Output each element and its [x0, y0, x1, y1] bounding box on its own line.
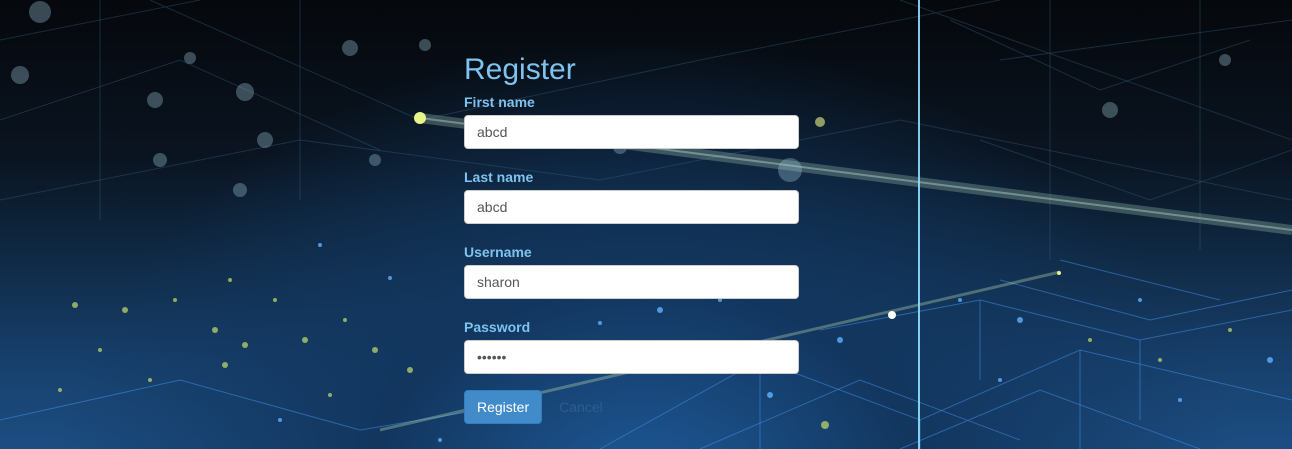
- last-name-input[interactable]: [464, 190, 799, 224]
- first-name-group: First name: [464, 94, 799, 149]
- cancel-link[interactable]: Cancel: [559, 399, 603, 415]
- last-name-label: Last name: [464, 169, 534, 185]
- password-label: Password: [464, 319, 531, 335]
- first-name-label: First name: [464, 94, 535, 110]
- form-actions: Register Cancel: [464, 390, 799, 424]
- username-label: Username: [464, 244, 532, 260]
- register-button[interactable]: Register: [464, 390, 543, 424]
- password-input[interactable]: [464, 340, 799, 374]
- first-name-input[interactable]: [464, 115, 799, 149]
- last-name-group: Last name: [464, 169, 799, 224]
- register-form: Register First name Last name Username P…: [464, 52, 799, 424]
- username-input[interactable]: [464, 265, 799, 299]
- password-group: Password: [464, 319, 799, 374]
- username-group: Username: [464, 244, 799, 299]
- page-title: Register: [464, 53, 576, 86]
